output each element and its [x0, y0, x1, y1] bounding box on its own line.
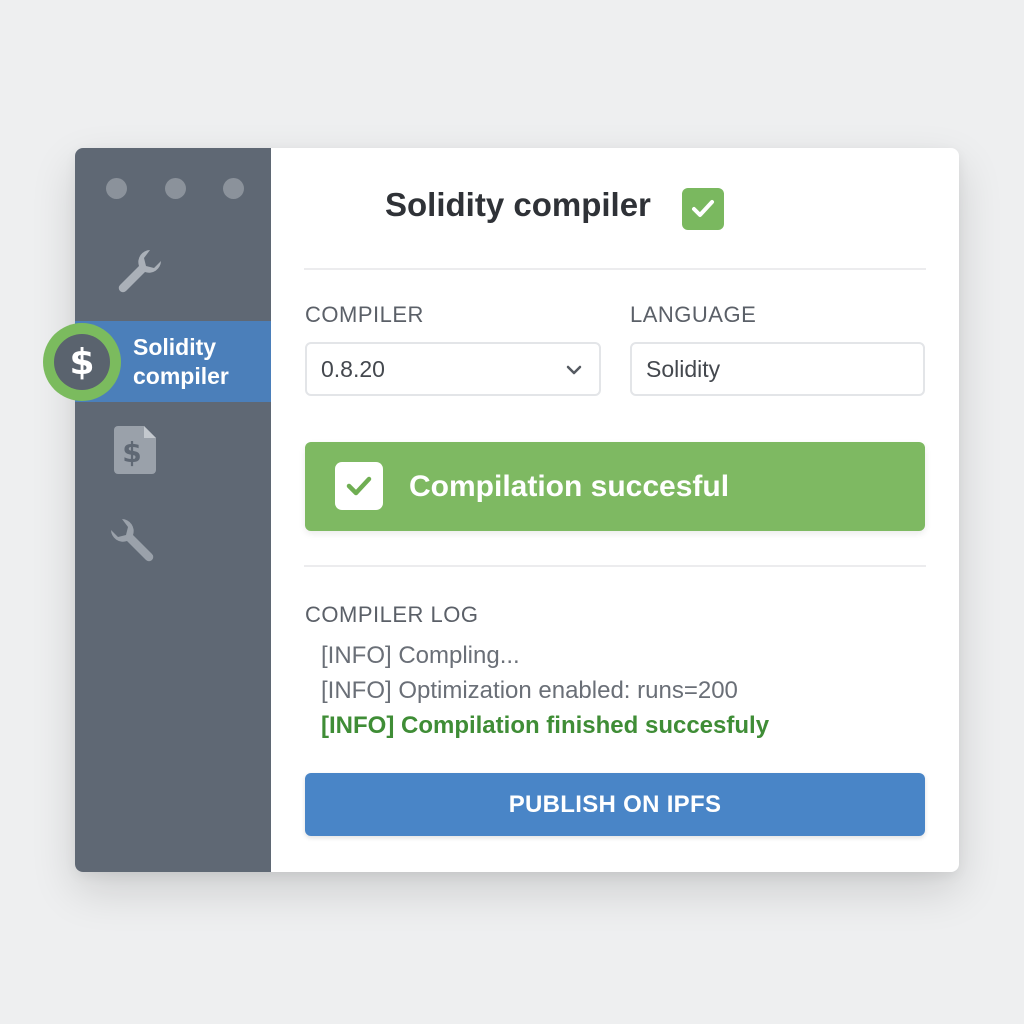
dollar-document-icon[interactable]: $ — [106, 418, 166, 478]
checkbox-checked-icon — [335, 462, 383, 510]
window-dot[interactable] — [106, 178, 127, 199]
compiler-log-title: COMPILER LOG — [305, 602, 479, 627]
success-banner: Compilation succesful — [305, 442, 925, 531]
main-panel: Solidity compiler COMPILER LANGUAGE 0.8.… — [271, 148, 959, 872]
window-dot[interactable] — [165, 178, 186, 199]
sidebar: Solidity compiler $ — [75, 148, 271, 872]
divider — [304, 268, 926, 270]
log-line: [INFO] Compling... — [321, 642, 520, 669]
publish-on-ipfs-button[interactable]: PUBLISH ON IPFS — [305, 773, 925, 836]
language-value: Solidity — [646, 355, 721, 382]
compiler-window: Solidity compiler $ $ Solidity compiler … — [43, 148, 959, 872]
svg-text:$: $ — [122, 436, 141, 469]
success-message: Compilation succesful — [409, 470, 730, 503]
chevron-down-icon — [566, 365, 582, 375]
wrench-icon[interactable] — [105, 510, 165, 570]
dollar-icon[interactable]: $ — [43, 323, 121, 401]
checkmark-icon — [682, 188, 724, 230]
log-line-success: [INFO] Compilation finished succesfuly — [321, 712, 770, 739]
compiler-version-select[interactable]: 0.8.20 — [305, 342, 601, 396]
active-badge-symbol: $ — [54, 334, 110, 390]
compiler-version-value: 0.8.20 — [321, 355, 385, 382]
page-title: Solidity compiler — [385, 186, 651, 223]
language-label: LANGUAGE — [630, 302, 757, 327]
log-line: [INFO] Optimization enabled: runs=200 — [321, 677, 738, 704]
wrench-icon[interactable] — [109, 241, 169, 301]
sidebar-item-label: Solidity compiler — [133, 334, 229, 389]
language-field[interactable]: Solidity — [630, 342, 925, 396]
compiler-label: COMPILER — [305, 302, 424, 327]
window-dot[interactable] — [223, 178, 244, 199]
divider — [304, 565, 926, 567]
